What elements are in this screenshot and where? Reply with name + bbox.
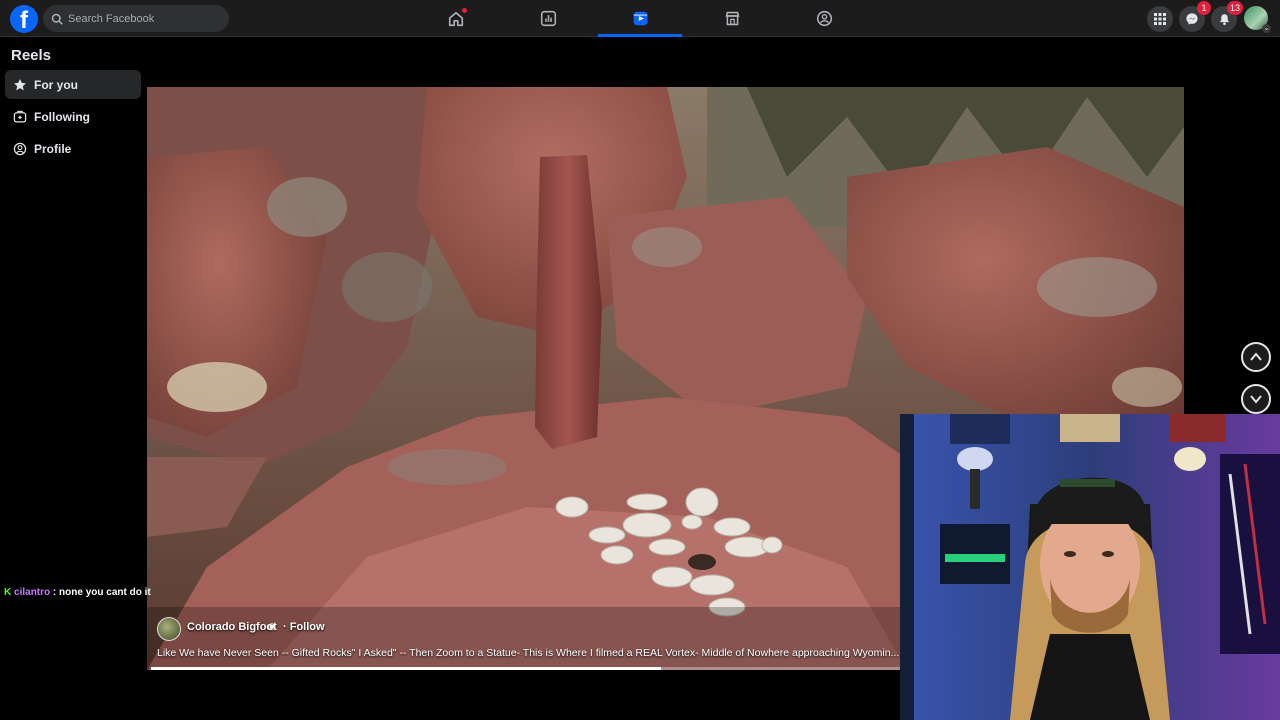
following-icon [13,110,27,123]
chat-username: cilantro [14,587,51,598]
chat-text: : none you cant do it [52,587,151,598]
messenger-button[interactable]: 1 [1179,1,1211,32]
sidebar-item-label: Profile [34,141,72,156]
stream-chat-message: K cilantro : none you cant do it [4,587,151,598]
chevron-down-icon [1250,395,1262,404]
top-navigation-bar: f 1 13 ⌄ [0,0,1280,37]
nav-home[interactable] [414,0,498,37]
sidebar-item-label: Following [34,109,90,124]
nav-marketplace[interactable] [690,0,774,37]
home-notification-dot [462,8,467,13]
previous-reel-button[interactable] [1241,342,1271,372]
webcam-image [900,414,1280,720]
bell-icon [1219,13,1229,25]
author-avatar[interactable] [157,617,181,641]
star-icon [14,78,26,90]
search-input[interactable] [68,12,218,25]
video-progress-fill [151,667,661,670]
notifications-badge: 13 [1226,1,1243,15]
messenger-badge: 1 [1197,1,1211,15]
kick-icon: K [4,587,12,598]
follow-button[interactable]: · Follow [283,621,325,633]
next-reel-button[interactable] [1241,384,1271,414]
profile-icon [13,142,27,155]
groups-icon [816,10,832,27]
notifications-button[interactable]: 13 [1211,1,1243,32]
nav-groups[interactable] [782,0,866,37]
sidebar-item-label: For you [34,77,78,92]
reel-description[interactable]: Like We have Never Seen -- Gifted Rocks"… [157,647,907,659]
video-progress-bar[interactable] [151,667,901,670]
search-icon [51,13,63,25]
sidebar-item-profile[interactable]: Profile [5,134,141,163]
search-box[interactable] [43,5,229,32]
nav-dashboard[interactable] [506,0,590,37]
dashboard-icon [540,10,556,27]
chevron-up-icon [1250,352,1262,361]
chevron-down-icon[interactable]: ⌄ [1262,24,1271,33]
reels-icon [633,11,647,26]
nav-reels[interactable] [598,0,682,37]
marketplace-icon [725,11,739,26]
reel-caption: Colorado Bigfoot ◉ · Follow Like We have… [147,612,907,670]
page-title: Reels [11,47,52,64]
menu-grid-icon [1154,13,1166,25]
sidebar-item-for-you[interactable]: For you [5,70,141,99]
facebook-logo[interactable]: f [10,5,38,33]
menu-button[interactable] [1147,6,1173,32]
messenger-icon [1186,13,1198,25]
sidebar-item-following[interactable]: Following [5,102,141,131]
author-name[interactable]: Colorado Bigfoot [187,621,277,633]
verified-icon: ◉ [268,621,276,631]
streamer-webcam [900,414,1280,720]
